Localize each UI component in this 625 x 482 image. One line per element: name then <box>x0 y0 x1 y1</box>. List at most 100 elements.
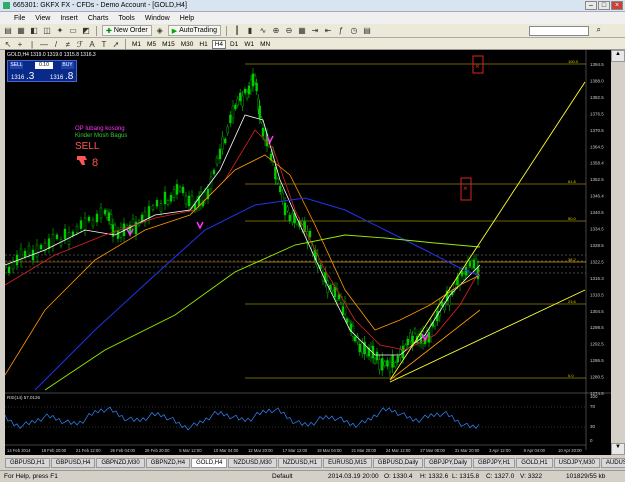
candle-body <box>87 216 91 222</box>
autotrading-button[interactable]: ▶ AutoTrading <box>167 25 221 36</box>
rsi-axis-label: 70 <box>590 404 596 409</box>
chart-tab[interactable]: GBPJPY,H1 <box>473 458 516 468</box>
buy-button[interactable]: BUY <box>61 62 74 69</box>
chart-shift-icon[interactable]: ⇤ <box>323 26 333 36</box>
candle-body <box>131 218 135 230</box>
menu-insert[interactable]: Insert <box>60 15 78 22</box>
chart-tab[interactable]: GBPUSD,Daily <box>372 458 424 468</box>
metaeditor-icon[interactable]: ◈ <box>155 26 165 36</box>
chart-tab[interactable]: GBPUSD,H4 <box>50 458 96 468</box>
chart-tab[interactable]: NZDUSD,M30 <box>228 458 277 468</box>
chart-tab[interactable]: GBPUSD,H1 <box>5 458 50 468</box>
new-chart-icon[interactable]: ▤ <box>3 26 13 36</box>
autoscroll-icon[interactable]: ⇥ <box>310 26 320 36</box>
chart-tab[interactable]: GBPNZD,H4 <box>145 458 191 468</box>
zoom-in-icon[interactable]: ⊕ <box>271 26 281 36</box>
crosshair-icon[interactable]: + <box>15 39 25 49</box>
lot-size-input[interactable]: 0.10 <box>35 62 53 69</box>
close-button[interactable]: × <box>611 1 623 10</box>
data-window-icon[interactable]: ◫ <box>42 26 52 36</box>
minimize-button[interactable]: – <box>585 1 597 10</box>
menu-bar: File View Insert Charts Tools Window Hel… <box>0 12 625 24</box>
chart-tab[interactable]: GBPNZD,M30 <box>96 458 145 468</box>
chart-tab[interactable]: EURUSD,M15 <box>323 458 372 468</box>
candle-body <box>221 136 224 150</box>
scroll-down-button[interactable]: ▼ <box>611 443 625 455</box>
close-order-marker-mid[interactable]: × <box>460 177 472 201</box>
candle-body <box>116 230 120 239</box>
trendline-icon[interactable]: / <box>51 39 61 49</box>
menu-charts[interactable]: Charts <box>88 15 109 22</box>
menu-view[interactable]: View <box>35 15 50 22</box>
candle-body <box>394 362 397 367</box>
maximize-button[interactable]: □ <box>598 1 610 10</box>
search-input[interactable] <box>529 26 589 36</box>
cursor-icon[interactable]: ↖ <box>3 39 13 49</box>
chart-window[interactable]: GOLD,H4 1319.0 1319.0 1315.8 1316.3 100.… <box>5 50 611 455</box>
menu-window[interactable]: Window <box>145 15 170 22</box>
tf-m1[interactable]: M1 <box>130 41 143 48</box>
sell-button[interactable]: SELL <box>10 62 23 69</box>
profile-text: Default <box>272 473 293 480</box>
candle-body <box>229 114 232 124</box>
terminal-icon[interactable]: ▭ <box>68 26 78 36</box>
arrows-icon[interactable]: ➚ <box>111 39 121 49</box>
chart-tabs: GBPUSD,H1 GBPUSD,H4 GBPNZD,M30 GBPNZD,H4 GOL… <box>5 458 625 468</box>
menu-help[interactable]: Help <box>180 15 194 22</box>
chart-tab[interactable]: GBPJPY,Daily <box>424 458 473 468</box>
fibonacci-icon[interactable]: ℱ <box>75 39 85 49</box>
profiles-icon[interactable]: ▦ <box>16 26 26 36</box>
search-icon[interactable]: ⌕ <box>597 25 601 35</box>
close-order-marker-top[interactable]: × <box>472 55 484 74</box>
candle-body <box>441 301 444 307</box>
indicators-icon[interactable]: ƒ <box>336 26 346 36</box>
traffic-text: 101829/55 kb <box>566 473 606 480</box>
price-chart[interactable]: GOLD,H4 1319.0 1319.0 1315.8 1316.3 100.… <box>5 50 611 455</box>
channel-icon[interactable]: ≠ <box>63 39 73 49</box>
menu-tools[interactable]: Tools <box>118 15 134 22</box>
chart-tab[interactable]: GOLD,H1 <box>516 458 553 468</box>
chart-tab[interactable]: USDJPY,M30 <box>553 458 600 468</box>
candle-body <box>184 195 188 205</box>
tester-icon[interactable]: ◩ <box>81 26 91 36</box>
candle-body <box>378 359 381 370</box>
horizontal-line-icon[interactable]: — <box>39 39 49 49</box>
period-icon[interactable]: ◷ <box>349 26 359 36</box>
trendline <box>389 81 586 381</box>
candle-body <box>353 336 357 342</box>
tf-h4[interactable]: H4 <box>211 39 226 49</box>
chart-tab[interactable]: GOLD,H4 <box>191 458 228 468</box>
tf-m15[interactable]: M15 <box>160 41 177 48</box>
candle-chart-icon[interactable]: ▮ <box>245 26 255 36</box>
chart-tab[interactable]: NZDUSD,H1 <box>277 458 323 468</box>
time-axis-label: 21 Mar 20:00 <box>351 448 376 453</box>
bar-chart-icon[interactable]: ┃ <box>232 26 242 36</box>
candle-body <box>406 338 409 346</box>
chart-tab[interactable]: AUDUSD,M30 <box>600 458 625 468</box>
tf-d1[interactable]: D1 <box>228 41 240 48</box>
tile-icon[interactable]: ▦ <box>297 26 307 36</box>
candle-body <box>103 209 107 215</box>
tf-m30[interactable]: M30 <box>179 41 196 48</box>
text-icon[interactable]: A <box>87 39 97 49</box>
line-chart-icon[interactable]: ∿ <box>258 26 268 36</box>
templates-icon[interactable]: ▤ <box>362 26 372 36</box>
tf-mn[interactable]: MN <box>258 41 272 48</box>
new-order-button[interactable]: ✚ New Order <box>102 25 152 36</box>
candle-body <box>83 217 87 231</box>
candle-body <box>95 213 99 223</box>
menu-file[interactable]: File <box>14 15 25 22</box>
zoom-out-icon[interactable]: ⊖ <box>284 26 294 36</box>
tf-h1[interactable]: H1 <box>197 41 209 48</box>
candle-body <box>155 199 159 207</box>
tf-w1[interactable]: W1 <box>242 41 256 48</box>
low-text: L: 1315.8 <box>452 473 480 480</box>
scroll-up-button[interactable]: ▲ <box>611 50 625 62</box>
tf-m5[interactable]: M5 <box>145 41 158 48</box>
market-watch-icon[interactable]: ◧ <box>29 26 39 36</box>
candle-body <box>474 258 478 270</box>
navigator-icon[interactable]: ✦ <box>55 26 65 36</box>
vertical-line-icon[interactable]: | <box>27 39 37 49</box>
vertical-scrollbar[interactable]: ▲ ▼ <box>611 50 625 455</box>
label-icon[interactable]: T <box>99 39 109 49</box>
